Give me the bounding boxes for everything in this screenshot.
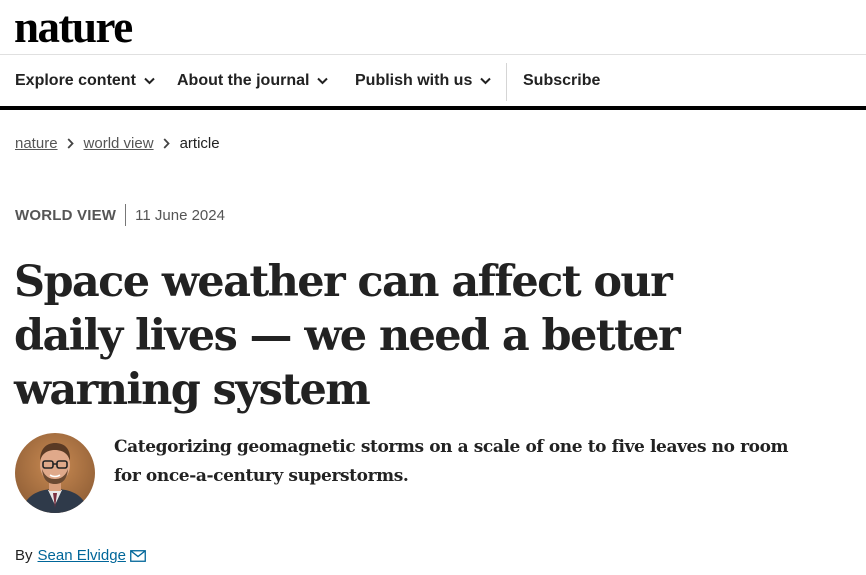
author-link[interactable]: Sean Elvidge: [38, 547, 126, 564]
article-meta: WORLD VIEW 11 June 2024: [15, 204, 225, 226]
nav-publish-with-us[interactable]: Publish with us: [355, 55, 492, 106]
breadcrumb-item-current: article: [179, 135, 220, 152]
nature-logo[interactable]: nature: [14, 2, 133, 52]
chevron-down-icon: [317, 77, 329, 85]
mail-icon[interactable]: [130, 549, 146, 562]
nav-divider: [506, 63, 507, 101]
chevron-right-icon: [163, 138, 170, 149]
nav-explore-content[interactable]: Explore content: [15, 55, 155, 106]
chevron-down-icon: [480, 77, 492, 85]
main-navigation: Explore content About the journal Publis…: [0, 55, 866, 110]
nav-item-label: Explore content: [15, 71, 136, 89]
nav-about-journal[interactable]: About the journal: [177, 55, 329, 106]
byline: By Sean Elvidge: [15, 547, 146, 564]
chevron-right-icon: [67, 138, 74, 149]
chevron-down-icon: [144, 77, 155, 85]
nav-item-label: Publish with us: [355, 71, 473, 89]
meta-divider: [125, 204, 127, 226]
byline-prefix: By: [15, 547, 33, 564]
nav-item-label: About the journal: [177, 71, 310, 89]
site-header: nature: [0, 0, 866, 55]
breadcrumb-item-world-view[interactable]: world view: [84, 135, 154, 152]
publication-date: 11 June 2024: [135, 206, 225, 224]
subscribe-link[interactable]: Subscribe: [523, 55, 600, 106]
breadcrumb-item-nature[interactable]: nature: [15, 135, 58, 152]
breadcrumb: nature world view article: [15, 135, 220, 152]
author-avatar: [15, 433, 95, 513]
article-type: WORLD VIEW: [15, 206, 117, 224]
article-standfirst: Categorizing geomagnetic storms on a sca…: [114, 437, 789, 486]
subscribe-label: Subscribe: [523, 71, 601, 89]
article-title: Space weather can affect our daily lives…: [14, 257, 681, 415]
